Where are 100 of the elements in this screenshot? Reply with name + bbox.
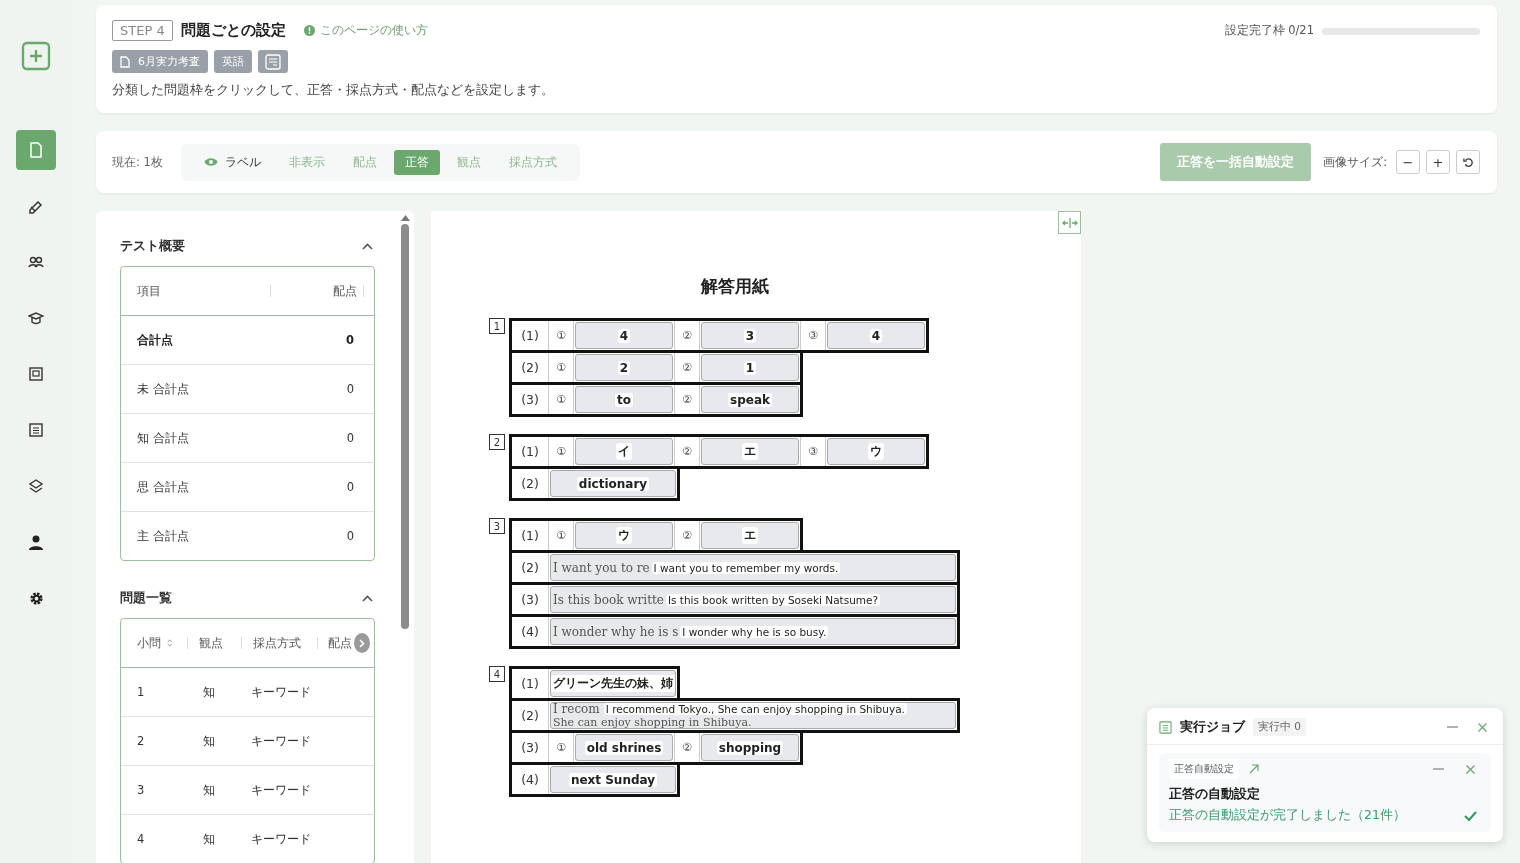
job-message: 正答の自動設定が完了しました（21件） (1169, 807, 1406, 824)
table-cell-text: 0 (345, 529, 355, 543)
minimize-icon (1447, 726, 1458, 728)
answer-box[interactable]: 3 (701, 322, 799, 349)
scroll-up-icon[interactable] (400, 215, 410, 221)
close-button[interactable] (1476, 720, 1489, 734)
collapse-button[interactable] (360, 240, 375, 252)
table-cell-text: 1 (137, 685, 146, 699)
person-icon (29, 534, 43, 550)
answer-label: エ (742, 443, 758, 460)
column-header: 配点 (332, 283, 357, 299)
question-number: 2 (489, 434, 505, 450)
answer-box[interactable]: ウ (575, 522, 673, 549)
answer-box[interactable]: I wonder why he is s I wonder why he is so busy. (550, 618, 956, 645)
scroll-right-button[interactable] (353, 633, 370, 653)
list-icon (29, 423, 43, 437)
zoom-button[interactable]: − (1396, 150, 1420, 174)
group-icon (28, 255, 44, 269)
answer-box[interactable]: イ (575, 438, 673, 465)
add-icon (21, 41, 51, 71)
fit-width-button[interactable] (1058, 211, 1081, 234)
pen-icon (28, 198, 44, 214)
answer-box[interactable]: エ (701, 438, 799, 465)
sheet-count: 現在: 1枚 (112, 154, 163, 170)
answer-box[interactable]: エ (701, 522, 799, 549)
subject-tag: 英語 (214, 50, 252, 73)
answer-box[interactable]: グリーン先生の妹、姉 (550, 670, 676, 697)
sheet-icon (265, 53, 281, 70)
graduation-cap-icon (28, 310, 44, 326)
collapse-button[interactable] (360, 592, 375, 604)
answer-label: ウ (616, 527, 632, 544)
table-cell-text: 思 合計点 (137, 479, 190, 495)
answer-label: 4 (869, 328, 883, 343)
answer-label: I want you to remember my words. (651, 561, 841, 574)
open-link-icon[interactable] (1249, 764, 1259, 774)
answer-box[interactable]: shopping (701, 734, 799, 761)
table-cell-text: 0 (345, 431, 355, 445)
sort-icon[interactable] (167, 638, 173, 648)
answer-label: 1 (743, 360, 757, 375)
chevron-icon (362, 242, 373, 250)
circled-number: ③ (800, 437, 826, 466)
answer-box[interactable]: 2 (575, 354, 673, 381)
chevron-icon (359, 638, 365, 648)
row-label: (2) (512, 469, 549, 498)
column-header: 配点 (326, 635, 352, 651)
close-button[interactable] (1464, 762, 1477, 776)
circled-number: ③ (800, 321, 826, 350)
answer-box[interactable]: Is this book writte Is this book written by Soseki Natsume? (550, 586, 956, 613)
answer-label: イ (616, 443, 632, 460)
table-cell-text: 知 (203, 733, 216, 749)
reset-button[interactable] (1456, 150, 1480, 174)
eye-icon (203, 157, 218, 167)
table-cell-text: キーワード (251, 684, 312, 700)
section-title: テスト概要 (120, 237, 185, 255)
table-cell-text: 2 (137, 734, 146, 748)
close-icon (1478, 722, 1487, 732)
table-cell-text: 合計点 (137, 332, 174, 348)
sheet-title: 解答用紙 (699, 275, 770, 298)
stack-icon (28, 478, 44, 494)
document-icon (120, 55, 130, 68)
table-cell-text: 0 (345, 333, 355, 347)
answer-label: speak (728, 392, 772, 407)
circled-number: ② (674, 385, 700, 414)
scanned-text: Is this book writte (553, 592, 664, 607)
answer-box[interactable]: 4 (827, 322, 925, 349)
fit-width-icon (1061, 217, 1078, 228)
answer-box[interactable]: 1 (701, 354, 799, 381)
answer-box[interactable]: next Sunday (550, 766, 676, 793)
row-label: (4) (512, 617, 549, 646)
info-icon (303, 25, 315, 36)
close-icon (1466, 764, 1475, 774)
document-icon (29, 142, 43, 158)
answer-box[interactable]: 4 (575, 322, 673, 349)
settings-icon (28, 590, 44, 606)
answer-box[interactable]: old shrines (575, 734, 673, 761)
row-label: (4) (512, 765, 549, 794)
answer-box[interactable]: to (575, 386, 673, 413)
table-cell-text: 未 合計点 (137, 381, 190, 397)
reset-icon (1462, 156, 1474, 168)
table-cell-text: キーワード (251, 733, 312, 749)
answer-box[interactable]: I want you to re I want you to remember my words. (550, 554, 956, 581)
progress-label: 設定完了枠 0/21 (1224, 23, 1314, 38)
column-header: 項目 (137, 283, 162, 299)
answer-box[interactable]: speak (701, 386, 799, 413)
answer-box[interactable]: ウ (827, 438, 925, 465)
answer-label: I wonder why he is so busy. (680, 625, 829, 638)
table-cell-text: キーワード (251, 831, 312, 847)
answer-box[interactable]: dictionary (550, 470, 676, 497)
panel-title: 実行ジョブ (1180, 718, 1245, 736)
mode-tab[interactable]: ラベル (192, 149, 272, 175)
question-number: 4 (489, 666, 505, 682)
answer-label: エ (742, 527, 758, 544)
zoom-button[interactable]: + (1426, 150, 1450, 174)
table-cell-text: 知 (203, 684, 216, 700)
frame-icon (29, 367, 43, 381)
answer-label: 2 (617, 360, 631, 375)
answer-box[interactable]: I recom I recommend Tokyo., She can enjoy shopping in Shibuya. She can enjoy shopping in Shibuya. (550, 702, 956, 729)
question-number: 3 (489, 518, 505, 534)
table-cell-text: キーワード (251, 782, 312, 798)
scrollbar-thumb[interactable] (401, 224, 409, 629)
